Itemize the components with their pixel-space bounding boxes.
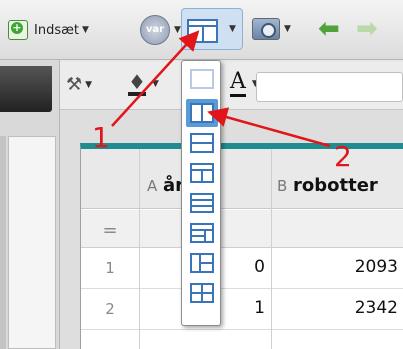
annotation-label-2: 2 [334,140,352,173]
annotation-label-1: 1 [92,121,110,154]
annotation-arrow-2 [207,107,331,148]
annotation-overlay [111,30,331,148]
annotation-arrow-1 [111,30,200,127]
